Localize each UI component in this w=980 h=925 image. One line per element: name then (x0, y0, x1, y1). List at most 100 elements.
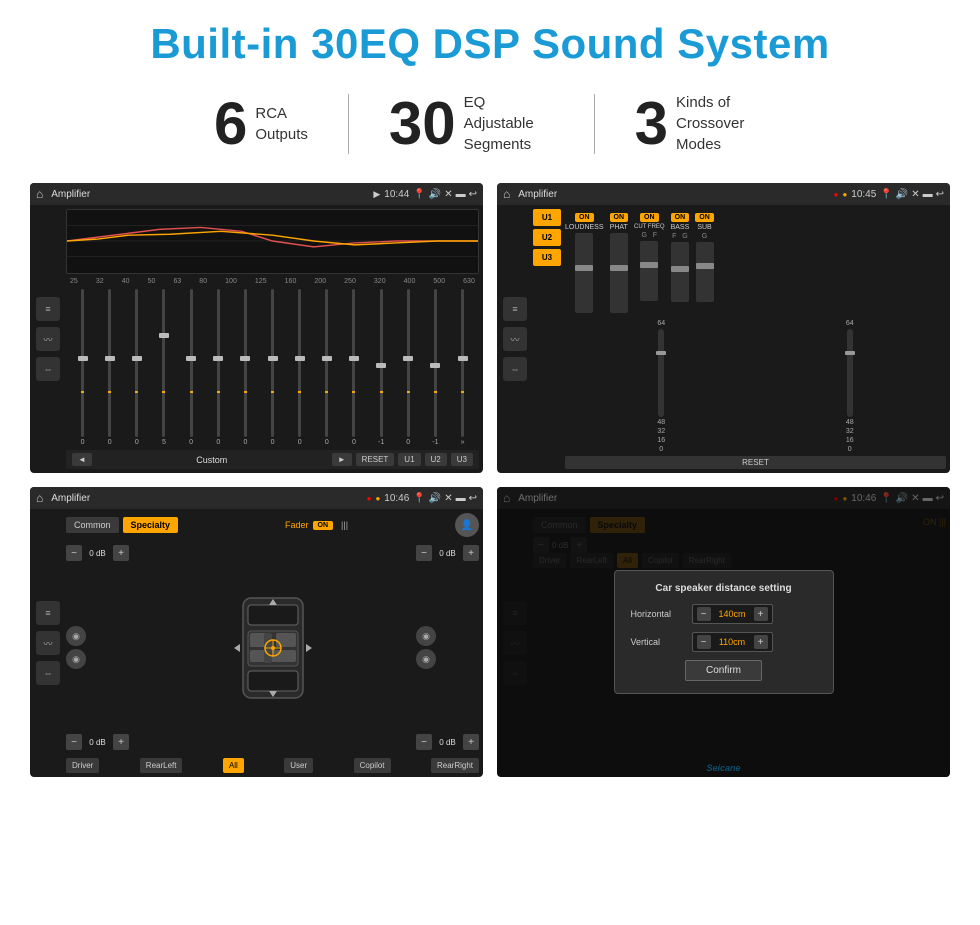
driver-button[interactable]: Driver (66, 758, 99, 773)
right-rear-plus[interactable]: + (463, 734, 479, 750)
horizontal-plus[interactable]: + (754, 607, 768, 621)
stat-rca-number: 6 (214, 94, 247, 154)
slider-track-3[interactable] (162, 289, 165, 437)
all-button[interactable]: All (223, 758, 244, 773)
slider-track-1[interactable] (108, 289, 111, 437)
stat-eq-label: EQ Adjustable Segments (464, 92, 554, 155)
phat-fader[interactable] (610, 233, 628, 313)
amp-tab-u1[interactable]: U1 (533, 209, 561, 226)
location-icon-2: 📍 (880, 189, 892, 200)
slider-track-12[interactable] (407, 289, 410, 437)
stat-eq: 30 EQ Adjustable Segments (349, 92, 594, 155)
screen-distance: ⌂ Amplifier ● ● 10:46 📍 🔊 ✕ ▬ ↩ ≡ 〰 ⇔ (497, 487, 950, 777)
eq-ctrl-btn-2[interactable]: 〰 (36, 327, 60, 351)
rec-dot-3: ● (367, 494, 372, 503)
eq-u3-button[interactable]: U3 (451, 453, 473, 466)
left-front-plus[interactable]: + (113, 545, 129, 561)
status-bar-1: ⌂ Amplifier ▶ 10:44 📍 🔊 ✕ ▬ ↩ (30, 183, 483, 205)
eq-slider-10: 0 (341, 289, 366, 446)
stat-crossover: 3 Kinds of Crossover Modes (595, 92, 806, 155)
amp-ctrl-2[interactable]: 〰 (503, 327, 527, 351)
stat-rca: 6 RCA Outputs (174, 94, 348, 154)
fader-bars: ||| (341, 520, 348, 530)
left-rear-minus[interactable]: − (66, 734, 82, 750)
eq-prev-button[interactable]: ◄ (72, 453, 92, 466)
home-icon-2[interactable]: ⌂ (503, 187, 510, 201)
horizontal-minus[interactable]: − (697, 607, 711, 621)
home-icon-1[interactable]: ⌂ (36, 187, 43, 201)
screen1-title: Amplifier (51, 189, 369, 200)
right-rear-minus[interactable]: − (416, 734, 432, 750)
amp-tab-u2[interactable]: U2 (533, 229, 561, 246)
slider-track-14[interactable] (461, 289, 464, 437)
slider-track-7[interactable] (271, 289, 274, 437)
slider-track-8[interactable] (298, 289, 301, 437)
specialty-tab[interactable]: Specialty (123, 517, 179, 533)
home-icon-3[interactable]: ⌂ (36, 491, 43, 505)
copilot-button[interactable]: Copilot (354, 758, 391, 773)
bass-on-badge: ON (671, 213, 690, 222)
slider-track-0[interactable] (81, 289, 84, 437)
screen-eq: ⌂ Amplifier ▶ 10:44 📍 🔊 ✕ ▬ ↩ ≡ 〰 ⇔ (30, 183, 483, 473)
eq-slider-8: 0 (287, 289, 312, 446)
slider-track-2[interactable] (135, 289, 138, 437)
confirm-button[interactable]: Confirm (685, 660, 762, 681)
amp-control-cutfreq: ON CUT FREQ G F (634, 213, 665, 313)
vertical-plus[interactable]: + (754, 635, 768, 649)
slider-track-11[interactable] (380, 289, 383, 437)
horizontal-label: Horizontal (631, 609, 686, 619)
back-icon-3[interactable]: ↩ (469, 493, 477, 504)
slider-track-13[interactable] (434, 289, 437, 437)
slider-track-4[interactable] (190, 289, 193, 437)
distance-dialog: Car speaker distance setting Horizontal … (614, 570, 834, 694)
cutfreq-label: CUT FREQ (634, 224, 665, 230)
eq-reset-button[interactable]: RESET (356, 453, 395, 466)
location-icon-1: 📍 (413, 189, 425, 200)
spk-ctrl-1[interactable]: ≡ (36, 601, 60, 625)
right-spk-icon-1: ◉ (416, 626, 436, 646)
right-front-plus[interactable]: + (463, 545, 479, 561)
slider-track-6[interactable] (244, 289, 247, 437)
user-button[interactable]: User (284, 758, 313, 773)
screen-balance: ⌂ Amplifier ● ● 10:46 📍 🔊 ✕ ▬ ↩ ≡ 〰 ⇔ (30, 487, 483, 777)
profile-icon[interactable]: 👤 (455, 513, 479, 537)
bass-fader[interactable] (671, 242, 689, 302)
amp-tab-u3[interactable]: U3 (533, 249, 561, 266)
slider-track-10[interactable] (352, 289, 355, 437)
slider-track-9[interactable] (325, 289, 328, 437)
eq-slider-3: 5 (151, 289, 176, 446)
slider-track-5[interactable] (217, 289, 220, 437)
amp-control-loudness: ON LOUDNESS (565, 213, 604, 313)
eq-next-button[interactable]: ► (332, 453, 352, 466)
left-spk-icon-1: ◉ (66, 626, 86, 646)
cutfreq-fader[interactable] (640, 241, 658, 301)
sub-fader[interactable] (696, 242, 714, 302)
right-front-minus[interactable]: − (416, 545, 432, 561)
spk-ctrl-2[interactable]: 〰 (36, 631, 60, 655)
spk-ctrl-3[interactable]: ⇔ (36, 661, 60, 685)
left-channels: − 0 dB + ◉ ◉ − 0 dB + (66, 545, 129, 750)
amp-ctrl-1[interactable]: ≡ (503, 297, 527, 321)
rear-right-button[interactable]: RearRight (431, 758, 479, 773)
eq-slider-12: 0 (396, 289, 421, 446)
left-front-minus[interactable]: − (66, 545, 82, 561)
amp-tabs: U1 U2 U3 (533, 209, 561, 469)
dialog-overlay: Car speaker distance setting Horizontal … (497, 487, 950, 777)
rear-left-button[interactable]: RearLeft (140, 758, 183, 773)
vertical-minus[interactable]: − (697, 635, 711, 649)
left-rear-plus[interactable]: + (113, 734, 129, 750)
phat-label: PHAT (610, 224, 628, 231)
amp-ctrl-3[interactable]: ⇔ (503, 357, 527, 381)
eq-ctrl-btn-3[interactable]: ⇔ (36, 357, 60, 381)
back-icon-2[interactable]: ↩ (936, 189, 944, 200)
common-tab[interactable]: Common (66, 517, 119, 533)
amp-reset-button[interactable]: RESET (565, 456, 946, 469)
back-icon-1[interactable]: ↩ (469, 189, 477, 200)
eq-slider-0: 0 (70, 289, 95, 446)
eq-ctrl-btn-1[interactable]: ≡ (36, 297, 60, 321)
right-channels: − 0 dB + ◉ ◉ − 0 dB + (416, 545, 479, 750)
eq-u1-button[interactable]: U1 (398, 453, 420, 466)
left-controls-1: ≡ 〰 ⇔ (34, 209, 62, 469)
eq-u2-button[interactable]: U2 (425, 453, 447, 466)
loudness-fader[interactable] (575, 233, 593, 313)
